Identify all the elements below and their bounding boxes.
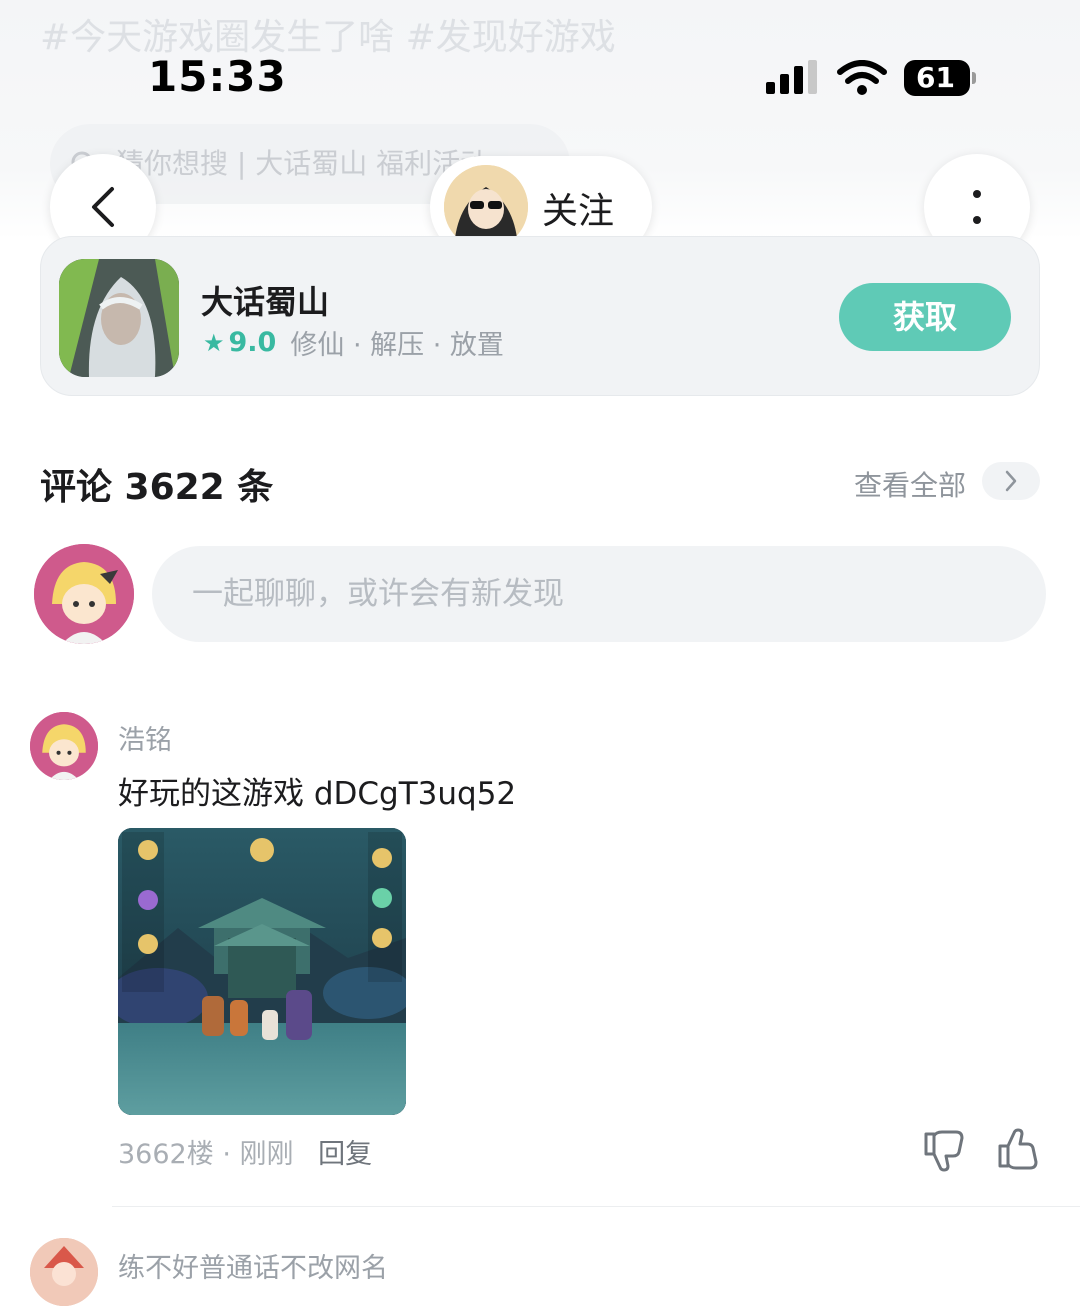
- comment-avatar[interactable]: [30, 712, 98, 780]
- status-time: 15:33: [148, 52, 287, 101]
- game-icon: [59, 259, 179, 377]
- game-tags: 修仙 · 解压 · 放置: [290, 330, 504, 361]
- my-avatar[interactable]: [34, 544, 134, 644]
- dislike-icon[interactable]: [922, 1128, 966, 1172]
- get-button[interactable]: 获取: [839, 283, 1011, 351]
- reply-button[interactable]: 回复: [318, 1139, 372, 1170]
- comment-username[interactable]: 练不好普通话不改网名: [118, 1246, 388, 1285]
- battery-icon: 61: [904, 60, 976, 96]
- comment-footer: 3662楼 · 刚刚 回复: [118, 1132, 372, 1171]
- signal-icon: [766, 60, 817, 94]
- game-rating: 9.0: [228, 327, 277, 358]
- comment-floor: 3662楼: [118, 1139, 214, 1170]
- game-title: 大话蜀山: [201, 283, 330, 321]
- follow-label: 关注: [542, 191, 615, 232]
- comment-text: 好玩的这游戏 dDCgT3uq52: [118, 776, 517, 812]
- view-all-button[interactable]: [982, 462, 1040, 500]
- comment-divider: [112, 1206, 1080, 1207]
- hashtag-banner: #今天游戏圈发生了啥 #发现好游戏: [40, 17, 616, 58]
- view-all-link[interactable]: 查看全部: [854, 464, 966, 504]
- comments-title: 评论 3622 条: [40, 467, 274, 508]
- game-meta: ★ 9.0 修仙 · 解压 · 放置: [203, 323, 504, 362]
- star-icon: ★: [203, 328, 225, 357]
- more-icon: [973, 190, 981, 224]
- comment-avatar[interactable]: [30, 1238, 98, 1306]
- separator-dot: ·: [222, 1139, 240, 1170]
- comment-image[interactable]: [118, 828, 406, 1115]
- comment-username[interactable]: 浩铭: [118, 718, 172, 757]
- back-icon: [92, 187, 114, 227]
- game-card[interactable]: 大话蜀山 ★ 9.0 修仙 · 解压 · 放置 获取: [40, 236, 1040, 396]
- comment-input[interactable]: 一起聊聊，或许会有新发现: [152, 546, 1046, 642]
- like-icon[interactable]: [996, 1128, 1040, 1172]
- wifi-icon: [837, 60, 887, 95]
- comment-time: 刚刚: [239, 1139, 294, 1170]
- search-placeholder: 猜你想搜 | 大话蜀山 福利活动: [116, 147, 489, 180]
- chevron-right-icon: [1005, 470, 1017, 492]
